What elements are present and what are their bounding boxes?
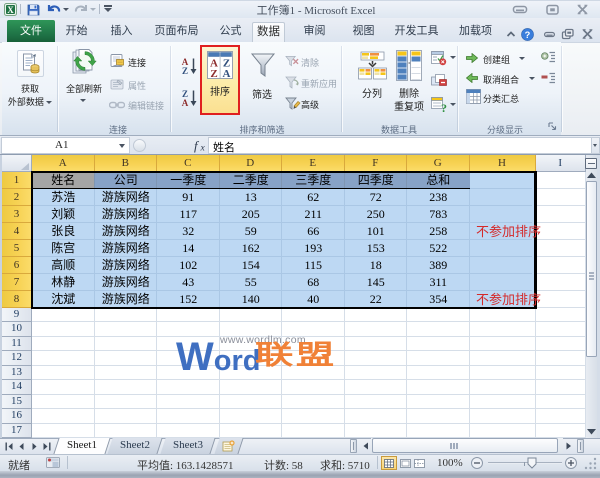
svg-text:Z: Z xyxy=(210,68,217,80)
svg-text:x: x xyxy=(200,144,206,154)
svg-text:f: f xyxy=(194,138,200,153)
svg-text:X: X xyxy=(7,5,14,15)
svg-text:A: A xyxy=(223,68,231,80)
svg-text:Z: Z xyxy=(182,66,188,75)
svg-text:A: A xyxy=(182,98,189,107)
svg-text:?: ? xyxy=(525,30,531,40)
svg-text:?: ? xyxy=(441,101,447,113)
